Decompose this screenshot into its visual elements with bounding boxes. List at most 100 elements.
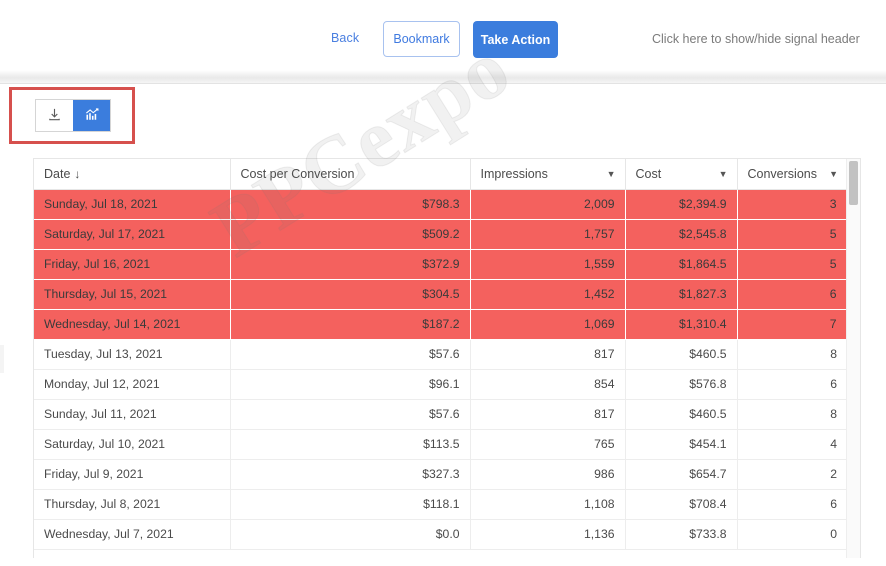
cell-date: Wednesday, Jul 7, 2021 (34, 519, 231, 550)
header-separator-line (0, 83, 886, 84)
table-row[interactable]: Wednesday, Jul 7, 2021 $0.0 1,136 $733.8 0 (34, 519, 847, 550)
bookmark-button[interactable]: Bookmark (383, 21, 460, 57)
metrics-table: Date ↓ Cost per Conversion Impressions ▼ … (34, 159, 848, 550)
cell-cost-per-conversion: $57.6 (230, 339, 471, 370)
cell-cost: $454.1 (625, 429, 738, 460)
column-header-cost[interactable]: Cost ▼ (625, 159, 738, 190)
cell-cost: $460.5 (625, 339, 738, 370)
chevron-down-icon[interactable]: ▼ (607, 169, 616, 179)
cell-cost-per-conversion: $0.0 (230, 519, 471, 550)
column-header-date[interactable]: Date ↓ (34, 159, 231, 190)
cell-conversions: 4 (737, 429, 847, 460)
cell-impressions: 986 (470, 459, 626, 490)
cell-impressions: 854 (470, 369, 626, 400)
column-label-cost-per-conversion: Cost per Conversion (240, 166, 355, 181)
download-button[interactable] (36, 100, 73, 131)
top-action-bar: Back Bookmark Take Action Click here to … (0, 0, 886, 78)
cell-cost-per-conversion: $57.6 (230, 399, 471, 430)
cell-impressions: 1,069 (470, 309, 626, 340)
cell-impressions: 1,136 (470, 519, 626, 550)
cell-date: Friday, Jul 9, 2021 (34, 459, 231, 490)
cell-conversions: 6 (737, 369, 847, 400)
view-toggle-toolbar (35, 99, 111, 132)
cell-date: Monday, Jul 12, 2021 (34, 369, 231, 400)
chevron-down-icon[interactable]: ▼ (719, 169, 728, 179)
table-row[interactable]: Friday, Jul 9, 2021 $327.3 986 $654.7 2 (34, 459, 847, 490)
cell-conversions: 2 (737, 459, 847, 490)
cell-cost: $2,394.9 (625, 189, 738, 220)
vertical-scrollbar[interactable] (846, 159, 860, 558)
header-separator-band (0, 70, 886, 84)
cell-cost: $733.8 (625, 519, 738, 550)
column-label-impressions: Impressions (480, 166, 548, 181)
cell-cost: $1,864.5 (625, 249, 738, 280)
table-row[interactable]: Thursday, Jul 15, 2021 $304.5 1,452 $1,827.… (34, 279, 848, 310)
cell-date: Thursday, Jul 15, 2021 (34, 279, 231, 310)
cell-cost: $576.8 (625, 369, 738, 400)
cell-cost-per-conversion: $304.5 (230, 279, 471, 310)
table-row[interactable]: Saturday, Jul 17, 2021 $509.2 1,757 $2,545.… (34, 219, 848, 250)
table-row[interactable]: Sunday, Jul 18, 2021 $798.3 2,009 $2,394.9 3 (34, 189, 848, 220)
cell-cost: $1,310.4 (625, 309, 738, 340)
cell-date: Thursday, Jul 8, 2021 (34, 489, 231, 520)
cell-cost: $2,545.8 (625, 219, 738, 250)
cell-cost-per-conversion: $372.9 (230, 249, 471, 280)
cell-impressions: 1,452 (470, 279, 626, 310)
column-label-date: Date (44, 166, 71, 181)
cell-cost-per-conversion: $187.2 (230, 309, 471, 340)
cell-impressions: 817 (470, 339, 626, 370)
table-row[interactable]: Friday, Jul 16, 2021 $372.9 1,559 $1,864.5 5 (34, 249, 848, 280)
column-header-cost-per-conversion[interactable]: Cost per Conversion (230, 159, 471, 190)
cell-conversions: 3 (737, 189, 848, 220)
table-header: Date ↓ Cost per Conversion Impressions ▼ … (34, 159, 847, 190)
table-row[interactable]: Saturday, Jul 10, 2021 $113.5 765 $454.1 4 (34, 429, 847, 460)
cell-impressions: 1,757 (470, 219, 626, 250)
cell-conversions: 6 (737, 279, 848, 310)
data-table-container: Date ↓ Cost per Conversion Impressions ▼ … (33, 158, 861, 558)
take-action-button[interactable]: Take Action (473, 21, 558, 58)
cell-impressions: 1,559 (470, 249, 626, 280)
cell-cost-per-conversion: $96.1 (230, 369, 471, 400)
cell-conversions: 5 (737, 219, 848, 250)
cell-cost: $1,827.3 (625, 279, 738, 310)
cell-conversions: 7 (737, 309, 848, 340)
cell-date: Friday, Jul 16, 2021 (34, 249, 231, 280)
table-header-row: Date ↓ Cost per Conversion Impressions ▼ … (34, 159, 847, 190)
cell-date: Wednesday, Jul 14, 2021 (34, 309, 231, 340)
chart-view-button[interactable] (73, 100, 110, 131)
chevron-down-icon[interactable]: ▼ (829, 169, 838, 179)
cell-cost-per-conversion: $509.2 (230, 219, 471, 250)
scrollbar-thumb[interactable] (849, 161, 858, 205)
download-icon (47, 107, 62, 125)
cell-impressions: 2,009 (470, 189, 626, 220)
column-label-cost: Cost (635, 166, 662, 181)
table-row[interactable]: Tuesday, Jul 13, 2021 $57.6 817 $460.5 8 (34, 339, 847, 370)
cell-cost-per-conversion: $327.3 (230, 459, 471, 490)
cell-impressions: 765 (470, 429, 626, 460)
cell-conversions: 5 (737, 249, 848, 280)
cell-date: Saturday, Jul 10, 2021 (34, 429, 231, 460)
cell-conversions: 6 (737, 489, 847, 520)
cell-date: Tuesday, Jul 13, 2021 (34, 339, 231, 370)
left-edge-artifact (0, 345, 4, 373)
table-row[interactable]: Sunday, Jul 11, 2021 $57.6 817 $460.5 8 (34, 399, 847, 430)
cell-cost-per-conversion: $118.1 (230, 489, 471, 520)
cell-impressions: 1,108 (470, 489, 626, 520)
back-button[interactable]: Back (331, 31, 359, 45)
cell-conversions: 0 (737, 519, 847, 550)
table-row[interactable]: Wednesday, Jul 14, 2021 $187.2 1,069 $1,310… (34, 309, 848, 340)
table-row[interactable]: Monday, Jul 12, 2021 $96.1 854 $576.8 6 (34, 369, 847, 400)
signal-header-toggle[interactable]: Click here to show/hide signal header (652, 32, 860, 46)
column-header-conversions[interactable]: Conversions ▼ (737, 159, 847, 190)
cell-cost: $654.7 (625, 459, 738, 490)
cell-impressions: 817 (470, 399, 626, 430)
cell-cost: $708.4 (625, 489, 738, 520)
sort-descending-icon[interactable]: ↓ (74, 167, 80, 181)
column-header-impressions[interactable]: Impressions ▼ (470, 159, 626, 190)
cell-cost-per-conversion: $798.3 (230, 189, 471, 220)
cell-date: Sunday, Jul 11, 2021 (34, 399, 231, 430)
table-row[interactable]: Thursday, Jul 8, 2021 $118.1 1,108 $708.4 6 (34, 489, 847, 520)
cell-date: Saturday, Jul 17, 2021 (34, 219, 231, 250)
cell-cost-per-conversion: $113.5 (230, 429, 471, 460)
column-label-conversions: Conversions (747, 166, 817, 181)
